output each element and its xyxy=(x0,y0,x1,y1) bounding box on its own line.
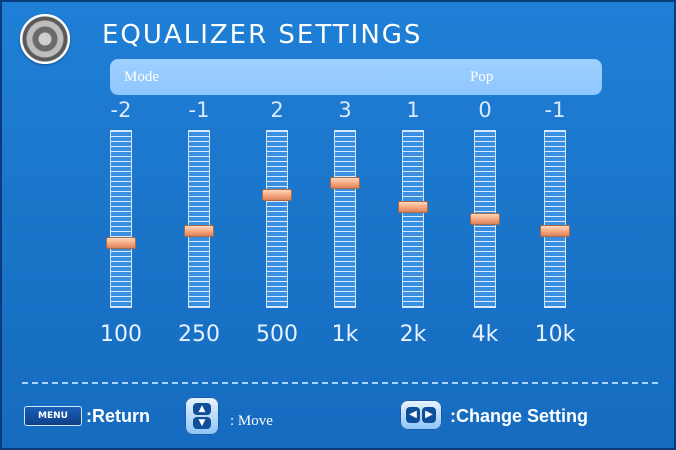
mode-selector[interactable]: Mode Pop xyxy=(110,59,602,95)
band-4k[interactable]: 0 4k xyxy=(450,96,520,366)
band-value: 2 xyxy=(270,98,284,122)
slider-thumb[interactable] xyxy=(262,189,292,201)
slider-thumb[interactable] xyxy=(330,177,360,189)
mode-value: Pop xyxy=(470,69,494,85)
band-frequency: 2k xyxy=(399,322,427,347)
arrow-right-icon: ▶ xyxy=(422,407,436,423)
band-frequency: 100 xyxy=(100,322,142,347)
slider-track[interactable] xyxy=(188,130,210,308)
band-value: 0 xyxy=(478,98,492,122)
slider-thumb[interactable] xyxy=(540,225,570,237)
divider xyxy=(22,382,658,384)
arrow-down-icon: ▼ xyxy=(193,417,211,429)
move-hint: : Move xyxy=(230,413,273,429)
up-down-arrows-icon: ▲ ▼ xyxy=(185,397,219,435)
slider-thumb[interactable] xyxy=(470,213,500,225)
band-250[interactable]: -1 250 xyxy=(164,96,234,366)
slider-track[interactable] xyxy=(334,130,356,308)
band-value: -1 xyxy=(188,98,210,122)
slider-thumb[interactable] xyxy=(106,237,136,249)
page-title: EQUALIZER SETTINGS xyxy=(102,20,423,50)
band-value: 3 xyxy=(338,98,352,122)
band-2k[interactable]: 1 2k xyxy=(378,96,448,366)
band-value: -1 xyxy=(544,98,566,122)
band-500[interactable]: 2 500 xyxy=(242,96,312,366)
slider-track[interactable] xyxy=(266,130,288,308)
band-frequency: 250 xyxy=(178,322,220,347)
return-hint: :Return xyxy=(86,406,150,426)
band-frequency: 1k xyxy=(331,322,359,347)
band-100[interactable]: -2 100 xyxy=(86,96,156,366)
slider-thumb[interactable] xyxy=(398,201,428,213)
menu-key-icon[interactable]: MENU xyxy=(24,406,82,426)
band-frequency: 10k xyxy=(534,322,576,347)
band-frequency: 4k xyxy=(471,322,499,347)
arrow-up-icon: ▲ xyxy=(193,403,211,415)
band-1k[interactable]: 3 1k xyxy=(310,96,380,366)
band-value: 1 xyxy=(406,98,420,122)
left-right-arrows-icon: ◀ ▶ xyxy=(400,400,442,430)
slider-track[interactable] xyxy=(544,130,566,308)
equalizer-screen: EQUALIZER SETTINGS Mode Pop -2 100 -1 25… xyxy=(0,0,676,450)
slider-track[interactable] xyxy=(402,130,424,308)
mode-label: Mode xyxy=(124,69,159,85)
arrow-left-icon: ◀ xyxy=(406,407,420,423)
slider-track[interactable] xyxy=(110,130,132,308)
band-10k[interactable]: -1 10k xyxy=(520,96,590,366)
speaker-icon xyxy=(20,14,70,64)
slider-thumb[interactable] xyxy=(184,225,214,237)
band-frequency: 500 xyxy=(256,322,298,347)
change-setting-hint: :Change Setting xyxy=(450,406,588,426)
band-value: -2 xyxy=(110,98,132,122)
